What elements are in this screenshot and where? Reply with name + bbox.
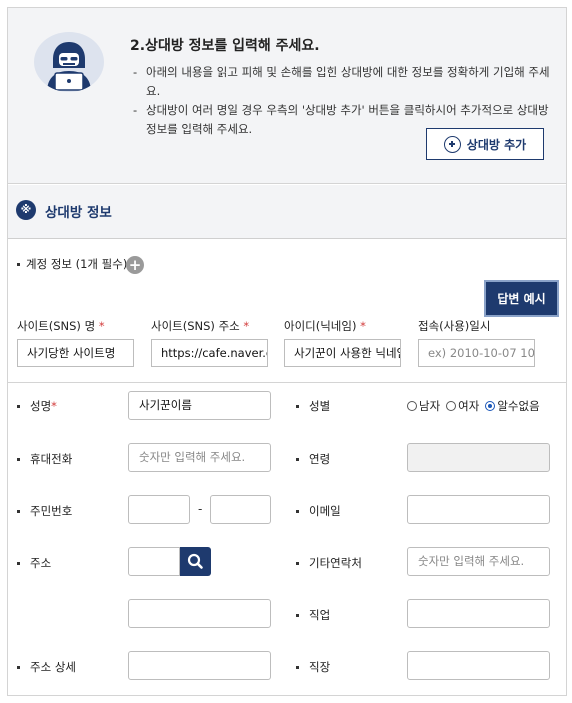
bullet (296, 665, 299, 669)
site-url-input[interactable]: https://cafe.naver.com (151, 339, 268, 367)
email-label: 이메일 (296, 503, 341, 519)
workplace-input[interactable] (407, 651, 550, 680)
site-name-label: 사이트(SNS) 명 * (17, 318, 105, 334)
email-label-text: 이메일 (309, 504, 341, 518)
answer-example-button[interactable]: 답변 예시 (484, 280, 559, 317)
account-info-label: 계정 정보 (1개 필수) (17, 256, 127, 272)
plus-circle-icon (443, 135, 461, 153)
account-info-section: 계정 정보 (1개 필수) + 답변 예시 사이트(SNS) 명 * 사이트(S… (8, 240, 566, 383)
gender-option-label: 남자 (419, 399, 441, 413)
gender-radio-female[interactable]: 여자 (446, 398, 479, 414)
add-counterparty-button[interactable]: 상대방 추가 (426, 128, 544, 160)
ssn-label: 주민번호 (17, 503, 72, 519)
required-mark: * (360, 319, 366, 333)
name-label-text: 성명 (30, 399, 52, 413)
ssn-front-input[interactable] (128, 495, 190, 524)
phone-label: 휴대전화 (17, 451, 72, 467)
user-id-input[interactable]: 사기꾼이 사용한 닉네임 (284, 339, 401, 367)
gender-option-label: 여자 (458, 399, 480, 413)
job-label-text: 직업 (309, 608, 331, 622)
gender-option-label: 알수없음 (497, 399, 540, 413)
other-contact-label: 기타연락처 (296, 555, 362, 571)
bullet (296, 613, 299, 617)
site-name-label-text: 사이트(SNS) 명 (17, 319, 96, 333)
name-label: 성명* (17, 398, 57, 414)
bullet (17, 665, 20, 669)
age-input (407, 443, 550, 472)
gender-label-text: 성별 (309, 399, 331, 413)
counterparty-form: 2.상대방 정보를 입력해 주세요. 아래의 내용을 읽고 피해 및 손해를 입… (7, 7, 567, 696)
bullet (296, 561, 299, 565)
age-label: 연령 (296, 451, 330, 467)
ssn-back-input[interactable] (210, 495, 271, 524)
required-mark: * (51, 399, 57, 413)
bullet (296, 457, 299, 461)
radio-icon (446, 401, 457, 411)
required-mark: * (98, 319, 105, 333)
required-mark: * (243, 319, 250, 333)
name-input[interactable]: 사기꾼이름 (128, 391, 271, 420)
bullet (17, 561, 20, 565)
site-url-label: 사이트(SNS) 주소 * (151, 318, 249, 334)
info-title: 2.상대방 정보를 입력해 주세요. (130, 38, 320, 54)
zipcode-input[interactable] (128, 547, 180, 576)
bullet (296, 404, 299, 408)
bullet (17, 262, 20, 266)
phone-label-text: 휴대전화 (30, 452, 73, 466)
account-info-label-text: 계정 정보 (1개 필수) (26, 257, 128, 271)
phone-input[interactable]: 숫자만 입력해 주세요. (128, 443, 271, 472)
address-label-text: 주소 (30, 556, 52, 570)
search-icon (187, 553, 203, 569)
section-title: 상대방 정보 (45, 205, 112, 221)
workplace-label: 직장 (296, 659, 330, 675)
gender-label: 성별 (296, 398, 330, 414)
job-input[interactable] (407, 599, 550, 628)
age-label-text: 연령 (309, 452, 331, 466)
address-detail-input[interactable] (128, 651, 271, 680)
radio-selected-icon (485, 401, 496, 411)
reference-mark-icon: ※ (16, 200, 36, 220)
site-url-label-text: 사이트(SNS) 주소 (151, 319, 240, 333)
info-line: 아래의 내용을 읽고 피해 및 손해를 입힌 상대방에 대한 정보를 정확하게 … (130, 63, 550, 101)
address-label: 주소 (17, 555, 51, 571)
job-label: 직업 (296, 607, 330, 623)
add-account-plus-icon[interactable]: + (126, 256, 144, 274)
gender-radio-group: 남자 여자 알수없음 (407, 398, 540, 414)
bullet (17, 404, 20, 408)
gender-radio-male[interactable]: 남자 (407, 398, 440, 414)
info-panel: 2.상대방 정보를 입력해 주세요. 아래의 내용을 읽고 피해 및 손해를 입… (8, 8, 566, 184)
workplace-label-text: 직장 (309, 660, 331, 674)
email-input[interactable] (407, 495, 550, 524)
radio-icon (407, 401, 417, 411)
gender-radio-unknown[interactable]: 알수없음 (485, 398, 540, 414)
other-contact-input[interactable]: 숫자만 입력해 주세요. (407, 547, 550, 576)
address-detail-label-text: 주소 상세 (30, 660, 76, 674)
hacker-avatar-icon (34, 32, 104, 92)
bullet (17, 457, 20, 461)
access-datetime-label: 접속(사용)일시 (418, 318, 490, 334)
user-id-label-text: 아이디(닉네임) (284, 319, 357, 333)
bullet (17, 509, 20, 513)
site-name-input[interactable]: 사기당한 사이트명 (17, 339, 134, 367)
section-header: ※ 상대방 정보 (8, 185, 566, 239)
access-datetime-label-text: 접속(사용)일시 (418, 319, 491, 333)
address-detail-label: 주소 상세 (17, 659, 76, 675)
user-id-label: 아이디(닉네임) * (284, 318, 366, 334)
access-datetime-input[interactable]: ex) 2010-10-07 10:12 (418, 339, 535, 367)
ssn-label-text: 주민번호 (30, 504, 73, 518)
other-contact-label-text: 기타연락처 (309, 556, 362, 570)
ssn-dash: - (198, 502, 203, 516)
bullet (296, 509, 299, 513)
address-search-button[interactable] (180, 547, 211, 576)
add-counterparty-label: 상대방 추가 (466, 137, 527, 152)
address-input[interactable] (128, 599, 271, 628)
